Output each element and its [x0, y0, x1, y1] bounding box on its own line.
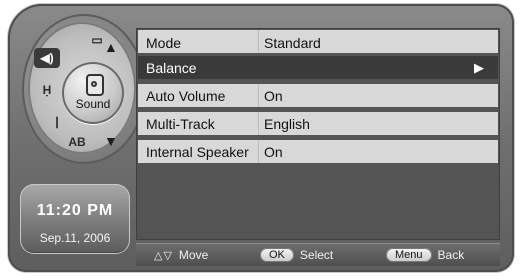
menu-row-multi-track-value: English: [264, 116, 310, 132]
menu-row-multi-track-label: Multi-Track: [146, 116, 215, 132]
help-move-label: Move: [178, 248, 209, 262]
menu-row-internal-speaker[interactable]: Internal Speaker On: [138, 140, 498, 163]
menu-row-internal-speaker-value: On: [264, 144, 283, 160]
input-icon[interactable]: AB: [64, 132, 90, 152]
help-select-label: Select: [299, 248, 334, 262]
sound-icon-glyph: ◀): [40, 51, 54, 65]
help-move: △▽ Move: [154, 248, 208, 262]
menu-row-multi-track[interactable]: Multi-Track English: [138, 112, 498, 135]
channel-icon-glyph: Ḥ: [42, 83, 52, 97]
channel-icon[interactable]: Ḥ: [34, 80, 60, 100]
move-arrows-icon: △▽: [154, 249, 173, 262]
menu-row-mode-value: Standard: [264, 35, 321, 51]
ok-key: OK: [260, 248, 294, 262]
menu-row-balance-label: Balance: [146, 60, 197, 76]
clock-panel: 11:20 PM Sep.11, 2006: [20, 184, 130, 254]
help-back: Menu Back: [386, 248, 464, 262]
setup-icon[interactable]: ꟾ: [44, 114, 70, 134]
help-bar: △▽ Move OK Select Menu Back: [136, 243, 500, 266]
menu-row-divider: [258, 140, 259, 163]
menu-row-divider: [258, 30, 259, 53]
sound-category-label: Sound: [75, 97, 111, 111]
speaker-icon: [86, 74, 104, 96]
help-back-label: Back: [437, 248, 465, 262]
time-text: 11:20 PM: [36, 202, 114, 219]
sound-category-button[interactable]: Sound: [62, 62, 124, 124]
menu-row-mode[interactable]: Mode Standard: [138, 30, 498, 53]
menu-key: Menu: [386, 248, 432, 262]
sound-icon[interactable]: ◀): [34, 48, 60, 68]
menu-row-auto-volume[interactable]: Auto Volume On: [138, 84, 498, 107]
menu-row-divider: [258, 112, 259, 135]
menu-row-internal-speaker-label: Internal Speaker: [146, 144, 249, 160]
menu-row-balance[interactable]: Balance ▶: [138, 56, 498, 79]
sound-settings-menu: Mode Standard Balance ▶ Auto Volume On M…: [136, 28, 500, 240]
wheel-down-arrow-icon[interactable]: ▼: [104, 134, 118, 148]
wheel-up-arrow-icon[interactable]: ▲: [104, 40, 118, 54]
submenu-arrow-icon: ▶: [474, 60, 484, 75]
picture-icon-glyph: ▭: [91, 33, 103, 47]
input-icon-glyph: AB: [68, 135, 86, 149]
help-select: OK Select: [260, 248, 333, 262]
menu-row-auto-volume-value: On: [264, 88, 283, 104]
date-text: Sep.11, 2006: [39, 231, 111, 245]
menu-row-auto-volume-label: Auto Volume: [146, 88, 226, 104]
menu-row-mode-label: Mode: [146, 35, 182, 51]
menu-row-divider: [258, 84, 259, 107]
setup-icon-glyph: ꟾ: [55, 117, 59, 131]
